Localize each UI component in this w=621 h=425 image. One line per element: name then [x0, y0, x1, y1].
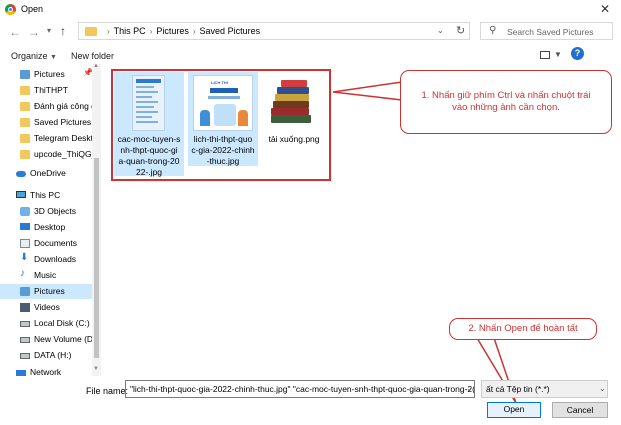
file-name-input[interactable]: "lich-thi-thpt-quoc-gia-2022-chinh-thuc.… — [125, 380, 475, 398]
file-type-select[interactable]: ất cả Tệp tin (*.*) — [481, 380, 608, 398]
callout-pointer-1 — [332, 81, 403, 101]
annotation-callout-step-1: 1. Nhấn giữ phím Ctrl và nhấn chuột trái… — [400, 70, 612, 134]
cancel-button[interactable]: Cancel — [552, 402, 608, 418]
open-button[interactable]: Open — [487, 402, 541, 418]
file-name-dropdown-icon[interactable]: ⌄ — [466, 384, 473, 393]
annotation-callout-step-2: 2. Nhấn Open để hoàn tất — [449, 318, 597, 340]
annotation-text: 2. Nhấn Open để hoàn tất — [468, 323, 578, 334]
annotation-text: 1. Nhấn giữ phím Ctrl và nhấn chuột trái… — [421, 90, 591, 113]
annotation-arrows — [332, 81, 517, 404]
file-type-dropdown-icon[interactable]: ⌄ — [599, 384, 606, 393]
file-name-label: File name: — [86, 386, 129, 396]
